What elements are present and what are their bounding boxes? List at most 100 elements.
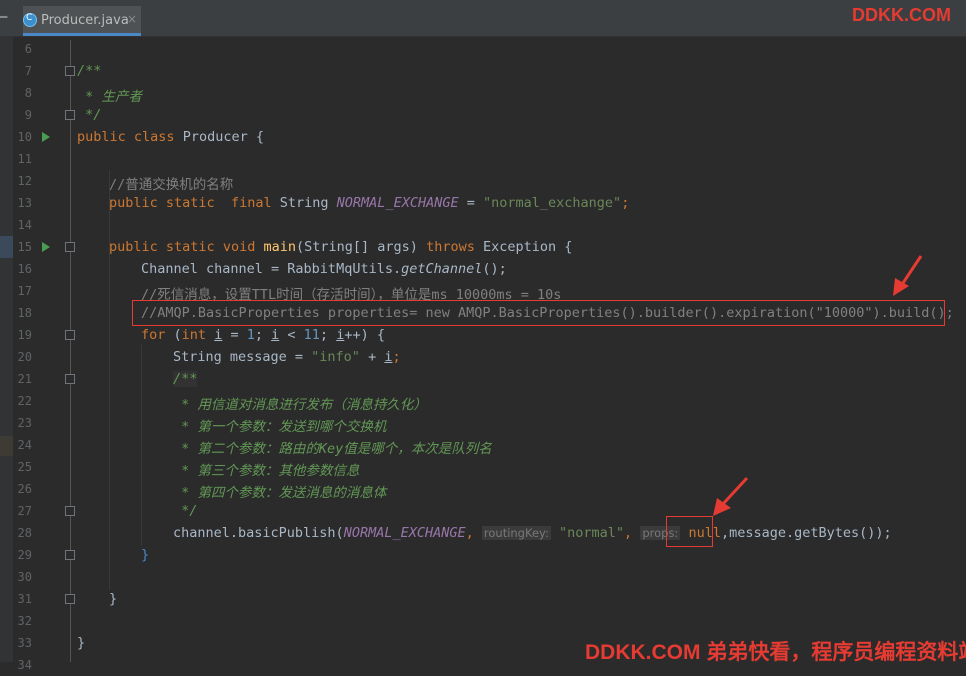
- doc-comment: * 用信道对消息进行发布（消息持久化）: [173, 397, 427, 413]
- line-number: 14: [17, 218, 32, 232]
- string-literal: "normal": [559, 525, 625, 541]
- line-number: 23: [17, 416, 32, 430]
- string-literal: "normal_exchange": [483, 195, 622, 211]
- fold-icon[interactable]: [65, 594, 75, 604]
- code-line: 14: [0, 214, 966, 236]
- line-number: 7: [24, 64, 32, 78]
- line-number: 18: [17, 306, 32, 320]
- line-number: 21: [17, 372, 32, 386]
- for-statement: for (int i = 1; i < 11; i++) {: [141, 327, 385, 343]
- doc-comment: * 第三个参数：其他参数信息: [173, 463, 360, 479]
- line-number: 16: [17, 262, 32, 276]
- line-number: 19: [17, 328, 32, 342]
- parameters: (String[] args): [296, 239, 418, 255]
- line-comment: //普通交换机的名称: [109, 177, 234, 193]
- code-line: 29 }: [0, 544, 966, 566]
- line-number: 28: [17, 526, 32, 540]
- code-line: 13 public static final String NORMAL_EXC…: [0, 192, 966, 214]
- watermark-top: DDKK.COM: [852, 5, 951, 25]
- doc-comment: * 第二个参数：路由的Key值是哪个，本次是队列名: [173, 441, 492, 457]
- method-call: getChannel: [401, 261, 483, 277]
- keyword: static: [165, 239, 215, 255]
- constant-name: NORMAL_EXCHANGE: [343, 525, 466, 541]
- keyword: for: [141, 327, 166, 343]
- collapse-icon[interactable]: ━: [0, 10, 7, 24]
- exception-type: Exception: [483, 239, 557, 255]
- tab-label: Producer.java: [41, 13, 129, 28]
- brace: }: [109, 591, 118, 607]
- line-number: 20: [17, 350, 32, 364]
- publish-call: channel.basicPublish(NORMAL_EXCHANGE, ro…: [173, 525, 892, 541]
- run-icon[interactable]: [42, 242, 50, 252]
- doc-comment: * 生产者: [77, 89, 142, 105]
- fold-icon[interactable]: [65, 550, 75, 560]
- code-line: 32: [0, 610, 966, 632]
- line-number: 6: [24, 42, 32, 56]
- doc-comment: * 第四个参数：发送消息的消息体: [173, 485, 387, 501]
- keyword: static: [165, 195, 215, 211]
- code-line: 7 /**: [0, 60, 966, 82]
- line-number: 29: [17, 548, 32, 562]
- code-line: 6: [0, 38, 966, 60]
- operator: =: [466, 195, 475, 211]
- line-number: 13: [17, 196, 32, 210]
- number-literal: 11: [303, 327, 320, 343]
- keyword: int: [181, 327, 207, 343]
- code-line: 16 Channel channel = RabbitMqUtils.getCh…: [0, 258, 966, 280]
- code-text: String message =: [173, 349, 312, 365]
- highlight-box-expiration: [132, 300, 945, 326]
- code-line: 22 * 用信道对消息进行发布（消息持久化）: [0, 390, 966, 413]
- parameter-hint: routingKey:: [481, 526, 551, 540]
- line-number: 12: [17, 174, 32, 188]
- keyword: final: [230, 195, 272, 211]
- doc-comment: /**: [173, 371, 198, 387]
- line-number: 31: [17, 592, 32, 606]
- line-number: 24: [17, 438, 32, 452]
- field-declaration: public static final String NORMAL_EXCHAN…: [109, 195, 629, 211]
- java-class-icon: C: [23, 13, 37, 27]
- code-line: 15 public static void main(String[] args…: [0, 236, 966, 258]
- comma: ,: [465, 525, 474, 541]
- type-name: String: [279, 195, 329, 211]
- line-number: 34: [17, 658, 32, 672]
- code-line: 19 for (int i = 1; i < 11; i++) {: [0, 324, 966, 346]
- run-icon[interactable]: [42, 132, 50, 142]
- close-icon[interactable]: ×: [127, 12, 137, 26]
- line-number: 9: [24, 108, 32, 122]
- code-text: =: [222, 327, 247, 343]
- doc-comment: * 第一个参数：发送到哪个交换机: [173, 419, 387, 435]
- code-line: 21 /**: [0, 368, 966, 390]
- constant-name: NORMAL_EXCHANGE: [336, 195, 459, 211]
- arrow-icon: [713, 476, 749, 516]
- tab-producer-java[interactable]: C Producer.java ×: [23, 6, 141, 36]
- semicolon: ;: [392, 349, 401, 365]
- line-number: 25: [17, 460, 32, 474]
- fold-icon[interactable]: [65, 330, 75, 340]
- string-literal: "info": [311, 349, 360, 365]
- line-number: 30: [17, 570, 32, 584]
- statement: Channel channel = RabbitMqUtils.getChann…: [141, 261, 507, 277]
- code-line: 28 channel.basicPublish(NORMAL_EXCHANGE,…: [0, 522, 966, 544]
- fold-icon[interactable]: [65, 242, 75, 252]
- fold-icon[interactable]: [65, 66, 75, 76]
- line-number: 33: [17, 636, 32, 650]
- code-line: 31 }: [0, 588, 966, 610]
- code-line: 20 String message = "info" + i;: [0, 346, 966, 368]
- code-text: channel.basicPublish(: [173, 525, 344, 541]
- fold-icon[interactable]: [65, 506, 75, 516]
- doc-comment: /**: [77, 63, 102, 79]
- code-line: 30: [0, 566, 966, 588]
- code-text: ;: [254, 327, 272, 343]
- keyword: throws: [426, 239, 475, 255]
- code-text: ();: [482, 261, 507, 277]
- doc-comment: */: [77, 107, 102, 123]
- line-number: 11: [17, 152, 32, 166]
- code-line: 25 * 第三个参数：其他参数信息: [0, 456, 966, 479]
- fold-icon[interactable]: [65, 374, 75, 384]
- arrow-icon: [893, 255, 923, 296]
- class-name: Producer: [182, 129, 248, 145]
- fold-icon[interactable]: [65, 110, 75, 120]
- code-text: (: [165, 327, 182, 343]
- code-line: 10 public class Producer {: [0, 126, 966, 148]
- code-line: 24 * 第二个参数：路由的Key值是哪个，本次是队列名: [0, 434, 966, 457]
